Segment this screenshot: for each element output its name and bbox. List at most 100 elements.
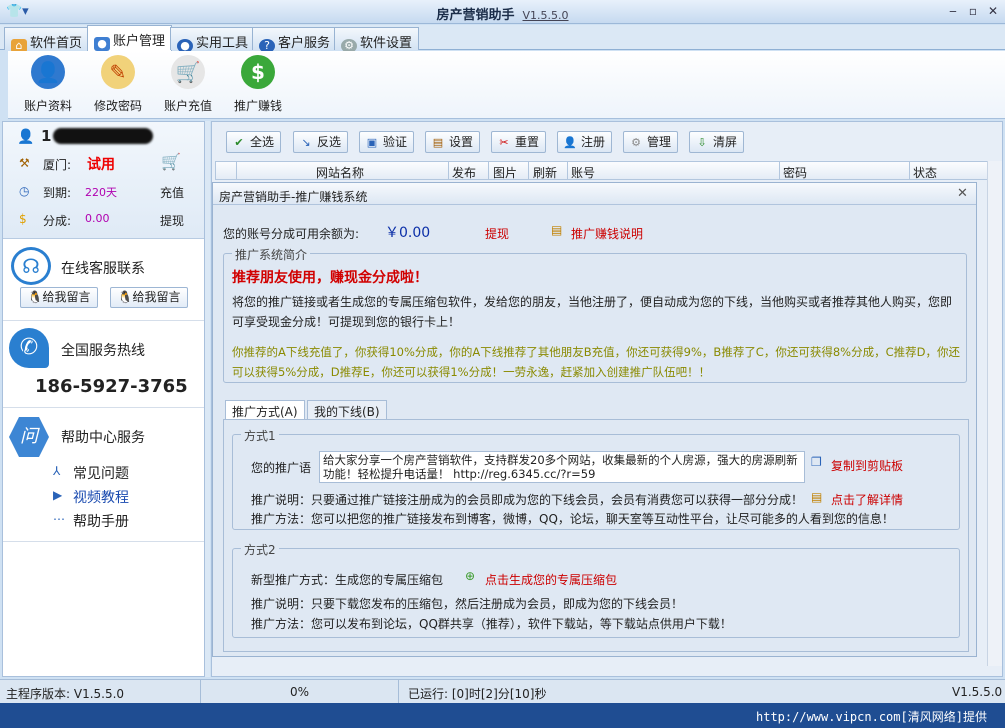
- clear-icon: ⇩: [697, 136, 707, 149]
- intro-legend: 推广系统简介: [232, 246, 311, 263]
- city-label: 厦门:: [43, 158, 72, 172]
- share-label: 分成:: [43, 214, 72, 228]
- status-version: 主程序版本: V1.5.5.0: [6, 687, 125, 701]
- settings-button[interactable]: ▤ 设置: [425, 131, 481, 153]
- way2-method: 推广方法：您可以发布到论坛，QQ群共享（推荐），软件下载站，等下载站点供用户下载…: [251, 617, 732, 631]
- status-right-version: V1.5.5.0: [952, 685, 1003, 699]
- col-site-name[interactable]: 网站名称: [316, 164, 364, 181]
- video-icon: ▶: [53, 488, 63, 502]
- withdraw-link[interactable]: 提现: [160, 212, 184, 229]
- splitter[interactable]: [205, 121, 210, 677]
- tab-service[interactable]: ? 客户服务: [252, 27, 338, 53]
- hotline-number: 186-5927-3765: [35, 376, 188, 397]
- main-tabs: ⌂ 软件首页 ● 账户管理 ● 实用工具 ? 客户服务 ⚙ 软件设置: [0, 25, 1005, 53]
- help-center-icon: 问: [9, 417, 49, 457]
- faq-icon: ⅄: [53, 464, 61, 478]
- change-password-button[interactable]: ✎ 修改密码: [82, 55, 154, 114]
- invert-icon: ↘: [301, 136, 311, 149]
- gear-icon: ⚙: [631, 136, 641, 149]
- tab-promote-methods[interactable]: 推广方式(A): [225, 400, 305, 419]
- coin-icon: $: [19, 212, 27, 226]
- clock-icon: ◷: [19, 184, 30, 198]
- tab-my-downlines[interactable]: 我的下线(B): [307, 400, 387, 419]
- select-all-button[interactable]: ✔ 全选: [226, 131, 282, 153]
- generate-package-link[interactable]: 点击生成您的专属压缩包: [485, 571, 617, 588]
- tab-settings[interactable]: ⚙ 软件设置: [334, 27, 420, 53]
- col-account[interactable]: 账号: [571, 164, 595, 181]
- copy-button[interactable]: 复制到剪贴板: [831, 457, 903, 474]
- cart-icon: 🛒: [171, 55, 205, 89]
- way1-method: 推广方法：您可以把您的推广链接发布到博客，微博，QQ，论坛，聊天室等互动性平台，…: [251, 512, 894, 526]
- way1-desc: 推广说明：只要通过推广链接注册成为的会员即成为您的下线会员，会员有消费您可以获得…: [251, 493, 804, 507]
- account-info-button[interactable]: 👤 账户资料: [12, 55, 84, 114]
- clear-button[interactable]: ⇩ 清屏: [689, 131, 745, 153]
- video-tutorial-link[interactable]: 视频教程: [73, 487, 129, 507]
- grid-scrollbar[interactable]: [987, 161, 1002, 666]
- faq-link[interactable]: 常见问题: [73, 463, 129, 483]
- leave-message-button-2[interactable]: 🐧给我留言: [110, 287, 188, 308]
- grid-header: 网站名称 发布 图片 刷新 账号 密码 状态: [215, 161, 996, 180]
- dialog-close-icon[interactable]: ✕: [957, 186, 968, 201]
- promote-button[interactable]: $ 推广赚钱: [222, 55, 294, 114]
- online-service-section: ☊ 在线客服联系 🐧给我留言 🐧给我留言: [3, 241, 204, 321]
- user-icon: 👤: [17, 129, 35, 145]
- help-title: 帮助中心服务: [61, 430, 145, 446]
- status-runtime: 已运行: [0]时[2]分[10]秒: [408, 687, 547, 701]
- tab-home[interactable]: ⌂ 软件首页: [4, 27, 90, 53]
- col-refresh[interactable]: 刷新: [533, 164, 557, 181]
- right-panel: ✔ 全选 ↘ 反选 ▣ 验证 ▤ 设置 ✂ 重置 👤 注册 ⚙ 管理 ⇩ 清屏 网站名称 发布 …: [211, 121, 1003, 677]
- explain-link[interactable]: 推广赚钱说明: [571, 225, 643, 242]
- hotline-section: ✆ 全国服务热线 186-5927-3765: [3, 322, 204, 408]
- info-icon: ▤: [811, 490, 823, 504]
- redacted-name: [53, 128, 153, 144]
- manage-button[interactable]: ⚙ 管理: [623, 131, 679, 153]
- way2-legend: 方式2: [241, 541, 279, 558]
- cart-icon[interactable]: 🛒: [161, 152, 181, 171]
- wand-icon: ⚒: [19, 156, 30, 170]
- package-icon: ⊕: [465, 569, 476, 583]
- subtab-bar: 推广方式(A) 我的下线(B): [223, 398, 969, 420]
- way1-fieldset: 方式1 您的推广语 给大家分享一个房产营销软件，支持群发20多个网站，收集最新的…: [232, 427, 960, 530]
- col-password[interactable]: 密码: [783, 164, 807, 181]
- invert-select-button[interactable]: ↘ 反选: [293, 131, 349, 153]
- link-label: 您的推广语: [251, 461, 312, 475]
- headline: 推荐朋友使用，赚现金分成啦！: [232, 270, 428, 286]
- verify-icon: ▣: [366, 136, 378, 149]
- tab-account[interactable]: ● 账户管理: [87, 25, 173, 51]
- share-value: 0.00: [85, 212, 110, 225]
- qq-icon: 🐧: [117, 290, 133, 304]
- verify-button[interactable]: ▣ 验证: [359, 131, 415, 153]
- manual-link[interactable]: 帮助手册: [73, 511, 129, 531]
- maximize-icon[interactable]: ▫: [964, 3, 982, 19]
- promote-dialog: 房产营销助手-推广赚钱系统 ✕ 您的账号分成可用余额为: ￥0.00 提现 ▤ …: [212, 182, 977, 657]
- promote-link-field[interactable]: 给大家分享一个房产营销软件，支持群发20多个网站，收集最新的个人房源，强大的房源…: [319, 451, 805, 483]
- doc-icon: ▤: [551, 223, 563, 237]
- window-title: 房产营销助手 V1.5.5.0: [436, 8, 569, 23]
- reset-icon: ✂: [499, 136, 509, 149]
- close-icon[interactable]: ✕: [984, 3, 1002, 19]
- dollar-icon: $: [241, 55, 275, 89]
- footer-banner: http://www.vipcn.com[清风网络]提供: [0, 703, 1005, 728]
- register-button[interactable]: 👤 注册: [557, 131, 613, 153]
- col-publish[interactable]: 发布: [452, 164, 476, 181]
- recharge-button[interactable]: 🛒 账户充值: [152, 55, 224, 114]
- reset-button[interactable]: ✂ 重置: [491, 131, 547, 153]
- recharge-link[interactable]: 充值: [160, 184, 184, 201]
- expire-value: 220天: [85, 186, 117, 199]
- col-image[interactable]: 图片: [493, 164, 517, 181]
- detail-link[interactable]: 点击了解详情: [831, 491, 903, 508]
- way1-legend: 方式1: [241, 427, 279, 444]
- check-icon: ✔: [234, 136, 244, 149]
- settings-icon: ▤: [432, 136, 444, 149]
- help-section: 问 帮助中心服务 ⅄ 常见问题 ▶ 视频教程 ⋯ 帮助手册: [3, 409, 204, 542]
- withdraw-button[interactable]: 提现: [485, 225, 509, 242]
- phone-icon: ✆: [9, 328, 49, 368]
- status-progress: 0%: [290, 685, 310, 699]
- account-name: 1: [41, 127, 52, 145]
- tab-tools[interactable]: ● 实用工具: [170, 27, 256, 53]
- minimize-icon[interactable]: ‒: [944, 3, 962, 19]
- edit-icon: ✎: [101, 55, 135, 89]
- col-status[interactable]: 状态: [913, 164, 937, 181]
- expire-label: 到期:: [43, 186, 72, 200]
- leave-message-button[interactable]: 🐧给我留言: [20, 287, 98, 308]
